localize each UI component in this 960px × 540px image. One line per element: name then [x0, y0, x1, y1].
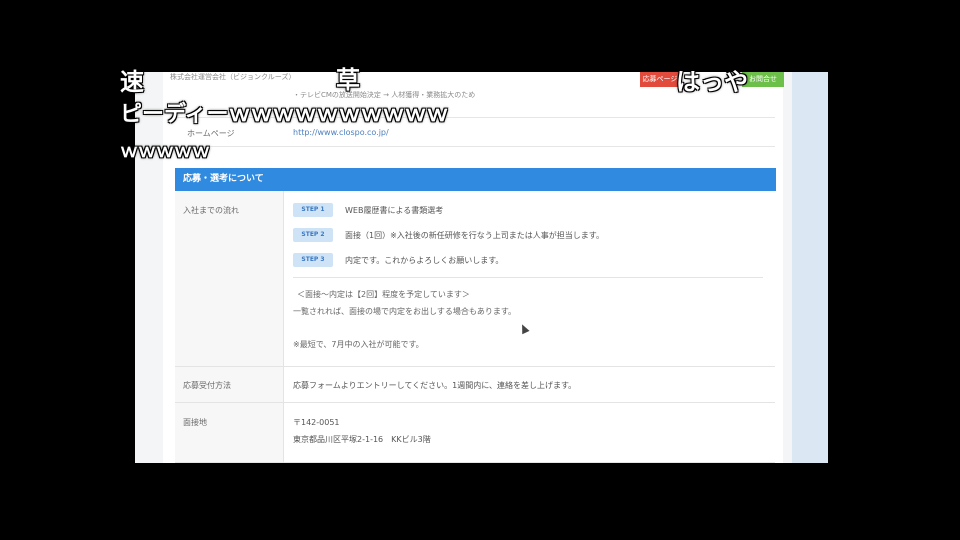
flow-row: 入社までの流れ STEP 1 WEB履歴書による書類選考 STEP 2 面接（1…: [175, 191, 775, 367]
apply-method-label: 応募受付方法: [183, 381, 231, 390]
entry-button[interactable]: 応募ページ: [640, 72, 680, 87]
row-divider: [283, 191, 284, 366]
letterbox-right: [840, 0, 960, 540]
comment-laugh: ｗｗｗｗｗ: [120, 141, 210, 162]
step-3-badge: STEP 3: [293, 253, 333, 267]
step-2-badge: STEP 2: [293, 228, 333, 242]
homepage-link[interactable]: http://www.clospo.co.jp/: [293, 128, 389, 137]
apply-method-text: 応募フォームよりエントリーしてください。1週間内に、連絡を差し上げます。: [293, 381, 577, 390]
flow-note-2: 一覧されれば、面接の場で内定をお出しする場合もあります。: [293, 307, 517, 316]
row-divider: [283, 403, 284, 462]
step-2-text: 面接（1回）※入社後の新任研修を行なう上司または人事が担当します。: [345, 231, 604, 240]
flow-label-cell: [175, 191, 283, 366]
company-name-text: 株式会社運営会社（ビジョンクルーズ）: [170, 73, 296, 81]
row-divider: [283, 367, 284, 402]
apply-method-row: 応募受付方法 応募フォームよりエントリーしてください。1週間内に、連絡を差し上げ…: [175, 367, 775, 403]
letterbox-left: [0, 0, 120, 540]
step-3-text: 内定です。これからよろしくお願いします。: [345, 256, 504, 265]
location-label: 面接地: [183, 418, 207, 427]
comment-fast: はっや: [676, 68, 748, 96]
comment-speed: 速: [120, 68, 144, 96]
flow-label: 入社までの流れ: [183, 206, 239, 215]
captured-webpage: 株式会社運営会社（ビジョンクルーズ） ・テレビCMの放送開始決定 → 人材獲得・…: [135, 72, 828, 463]
comment-grass: 草: [336, 66, 360, 94]
location-address: 東京都品川区平塚2-1-16 KKビル3階: [293, 435, 431, 444]
step-1-badge: STEP 1: [293, 203, 333, 217]
location-row: 面接地 〒142-0051 東京都品川区平塚2-1-16 KKビル3階: [175, 403, 775, 463]
location-zip: 〒142-0051: [293, 418, 340, 427]
section-title: 応募・選考について: [175, 168, 776, 191]
comment-speedy: ピーディーｗｗｗｗｗｗｗｗｗｗ: [120, 102, 449, 127]
flow-separator: [293, 277, 763, 278]
flow-note-3: ※最短で、7月中の入社が可能です。: [293, 340, 424, 349]
flow-note-1: ＜面接～内定は【2回】程度を予定しています＞: [297, 290, 470, 299]
step-1-text: WEB履歴書による書類選考: [345, 206, 444, 215]
location-label-cell: [175, 403, 283, 462]
page-scrollbar-area[interactable]: [792, 72, 828, 463]
contact-button[interactable]: お問合せ: [742, 72, 784, 87]
